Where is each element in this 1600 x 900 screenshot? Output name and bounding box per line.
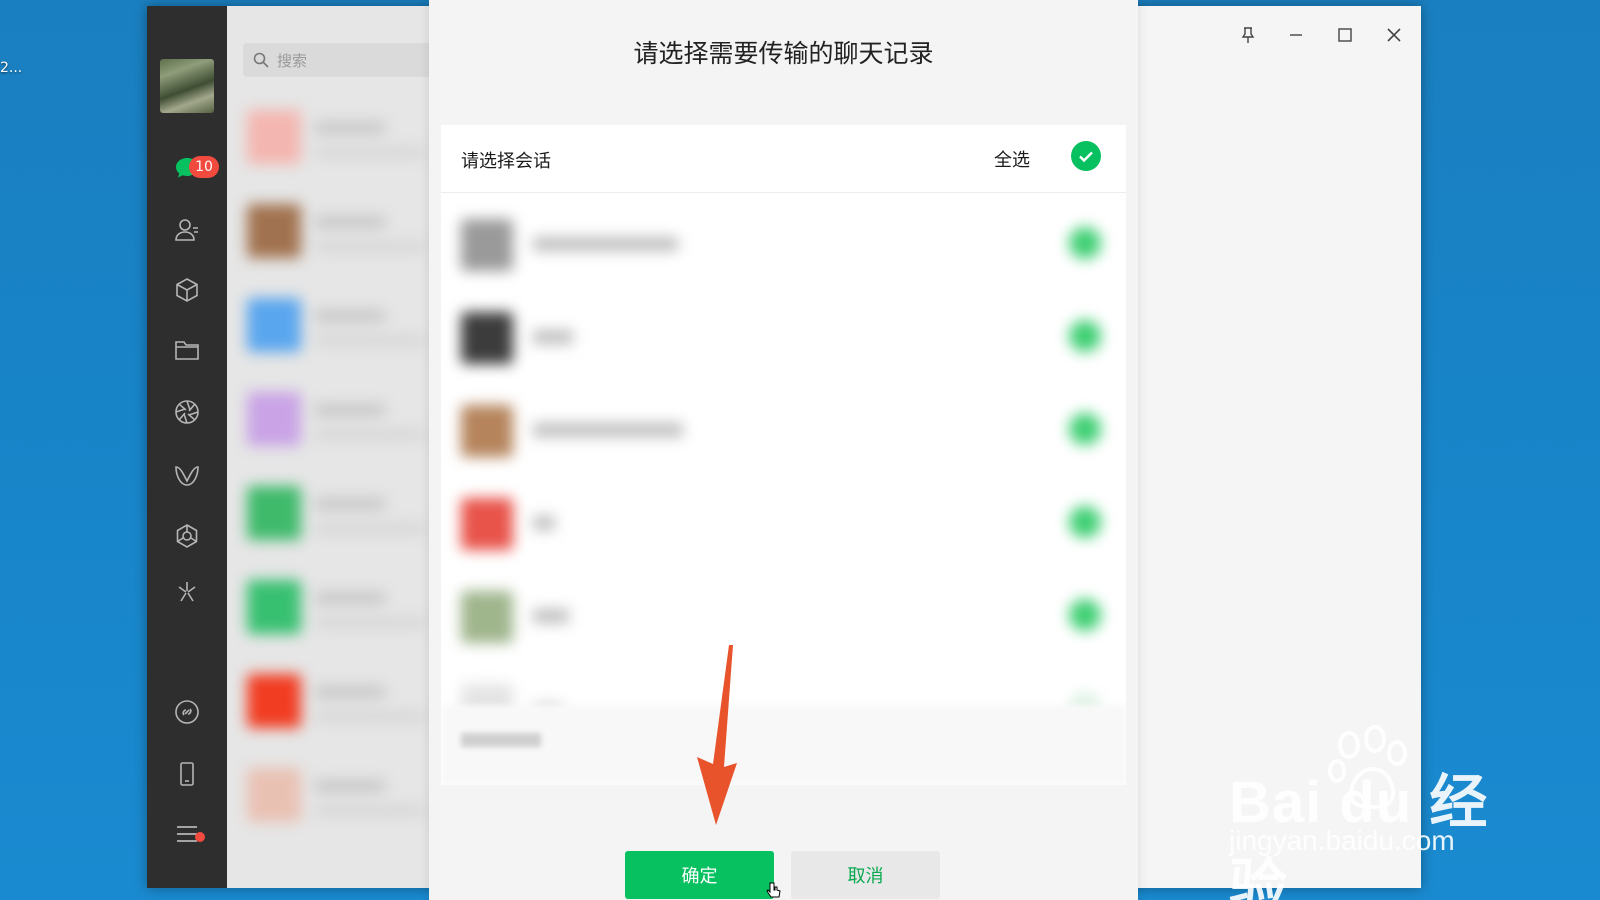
search-placeholder: 搜索 — [277, 51, 308, 70]
transfer-dialog: 请选择需要传输的聊天记录 请选择会话 全选 确定 取消 — [429, 0, 1138, 900]
panel-header: 请选择会话 全选 — [441, 125, 1126, 193]
mini-program-icon[interactable] — [171, 576, 203, 608]
chat-rows — [227, 92, 437, 844]
list-item[interactable] — [227, 656, 437, 750]
conversation-row[interactable] — [441, 197, 1126, 290]
search-icon — [253, 52, 269, 68]
favorites-cube-icon[interactable] — [171, 274, 203, 306]
folder-icon[interactable] — [171, 334, 203, 366]
list-item[interactable] — [227, 186, 437, 280]
list-item[interactable] — [227, 374, 437, 468]
list-item[interactable] — [227, 468, 437, 562]
list-item[interactable] — [227, 280, 437, 374]
select-all-label[interactable]: 全选 — [994, 146, 1030, 172]
cancel-button[interactable]: 取消 — [791, 851, 940, 899]
dialog-title: 请选择需要传输的聊天记录 — [633, 39, 934, 68]
moments-icon[interactable] — [171, 396, 203, 428]
avatar[interactable] — [160, 59, 214, 113]
hand-cursor-icon — [766, 882, 781, 898]
list-item[interactable] — [227, 92, 437, 186]
baidu-watermark: Bai du 经验 jingyan.baidu.com — [1225, 725, 1525, 900]
panel-label: 请选择会话 — [461, 151, 551, 172]
search-hex-icon[interactable] — [171, 520, 203, 552]
sidebar: 10 — [147, 6, 227, 888]
maximize-icon[interactable] — [1330, 20, 1360, 50]
menu-notification-dot — [195, 832, 205, 842]
select-all-check-icon[interactable] — [1071, 141, 1101, 171]
chat-list: 搜索 — [227, 6, 437, 888]
watermark-url: jingyan.baidu.com — [1229, 825, 1455, 856]
pin-icon[interactable] — [1233, 20, 1263, 50]
conversation-row[interactable] — [441, 383, 1126, 476]
conversation-row[interactable] — [441, 290, 1126, 383]
unread-badge: 10 — [189, 156, 219, 178]
link-icon[interactable] — [171, 696, 203, 728]
conversation-row[interactable] — [441, 569, 1126, 662]
desktop-icon-label[interactable]: 2... — [0, 60, 22, 76]
conversation-panel: 请选择会话 全选 — [441, 125, 1126, 785]
channels-icon[interactable] — [171, 460, 203, 492]
minimize-icon[interactable] — [1281, 20, 1311, 50]
contacts-icon[interactable] — [171, 214, 203, 246]
phone-icon[interactable] — [171, 758, 203, 790]
conversation-row[interactable] — [441, 476, 1126, 569]
close-icon[interactable] — [1379, 20, 1409, 50]
confirm-button[interactable]: 确定 — [625, 851, 774, 899]
list-item[interactable] — [227, 562, 437, 656]
list-item[interactable] — [227, 750, 437, 844]
search-input[interactable]: 搜索 — [243, 43, 433, 77]
panel-footer-blur — [441, 705, 1126, 785]
annotation-arrow-icon — [697, 645, 737, 825]
conversation-list — [441, 197, 1126, 755]
